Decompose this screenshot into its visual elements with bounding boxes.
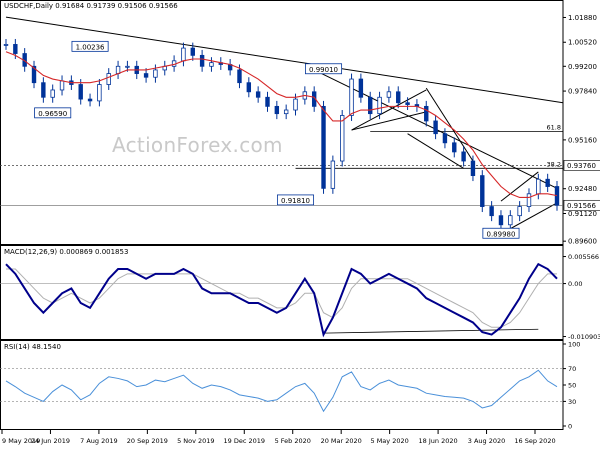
price-candle <box>526 193 532 207</box>
price-candle <box>255 91 261 98</box>
chart-canvas: 0.89600 0.91120 0.92480 0.95160 0.97840 0.992… <box>0 0 600 445</box>
price-candle <box>405 102 410 105</box>
price-pane-header: USDCHF,Daily 0.91684 0.91739 0.91506 0.9… <box>4 2 178 10</box>
x-tick-label: 16 Sep 2020 <box>514 437 555 445</box>
price-candle <box>13 44 18 54</box>
price-candle <box>396 91 401 104</box>
macd-divergence-line <box>323 328 539 334</box>
price-candle <box>78 84 83 100</box>
price-candle <box>340 115 345 162</box>
x-tick-label: 5 Feb 2020 <box>275 437 311 445</box>
macd-pane-header: MACD(12,26,9) 0.000869 0.001853 <box>4 248 129 256</box>
rsi-tick-label: 0 <box>568 423 572 431</box>
price-candle <box>377 96 382 115</box>
macd-tick-label: 0.00 <box>568 280 582 288</box>
price-candle <box>321 105 326 189</box>
price-candle <box>517 206 522 217</box>
price-candle <box>489 206 494 217</box>
price-candle <box>143 73 149 78</box>
x-tick-label: 20 Sep 2019 <box>127 437 168 445</box>
price-callout-label: 1.00236 <box>76 43 105 51</box>
price-candle <box>41 82 46 98</box>
price-candle <box>433 120 438 135</box>
price-callout-label: 0.99010 <box>309 66 338 74</box>
price-candle <box>209 62 214 67</box>
price-candle <box>87 98 93 102</box>
price-candle <box>3 44 9 46</box>
rsi-tick-label: 30 <box>568 398 576 406</box>
price-candle <box>237 69 242 84</box>
price-tick-label: 0.97840 <box>568 88 597 96</box>
chart-root: 0.89600 0.91120 0.92480 0.95160 0.97840 0.992… <box>0 0 600 450</box>
price-tick-label: 0.95160 <box>568 136 597 144</box>
price-candle <box>442 133 448 144</box>
fib-618-label: 61.8 <box>547 124 561 132</box>
x-tick-label: 24 Jun 2019 <box>31 437 70 445</box>
x-tick-label: 3 Aug 2020 <box>468 437 506 445</box>
price-candle <box>358 78 364 98</box>
price-candle <box>545 178 550 187</box>
price-candle <box>498 215 504 226</box>
price-candle <box>452 142 457 153</box>
price-candle <box>125 65 130 68</box>
price-candle <box>330 160 336 189</box>
x-tick-label: 5 Nov 2019 <box>177 437 215 445</box>
price-candle <box>190 47 195 56</box>
pane-frame-0 <box>0 0 564 245</box>
watermark: ActionForex.com <box>112 133 283 157</box>
x-tick-label: 18 Jun 2020 <box>419 437 458 445</box>
price-candle <box>508 215 513 226</box>
price-candle <box>536 178 541 195</box>
price-candle <box>115 65 121 74</box>
price-candle <box>470 160 476 176</box>
price-candle <box>246 82 252 93</box>
rsi-tick-label: 100 <box>568 341 580 349</box>
price-tick-label: 0.92480 <box>568 185 597 193</box>
price-tick-label: 1.00520 <box>568 39 597 47</box>
rsi-pane-header: RSI(14) 48.1540 <box>4 343 61 351</box>
price-candle <box>59 80 65 91</box>
x-tick-label: 7 Aug 2019 <box>80 437 118 445</box>
long-trendline <box>5 16 564 104</box>
price-candle <box>181 47 186 62</box>
x-tick-label: 19 Dec 2019 <box>224 437 266 445</box>
pane-frame-1 <box>0 245 564 340</box>
pane-frame-2 <box>0 340 564 430</box>
price-callout-label: 0.91810 <box>281 197 310 205</box>
macd-tick-label: 0.005566 <box>568 253 599 261</box>
price-candle <box>50 89 55 98</box>
price-candle <box>283 109 289 115</box>
price-candle <box>153 69 158 78</box>
fib-382-label: 38.2 <box>547 160 561 168</box>
channel-line-2 <box>351 111 427 131</box>
price-candle <box>480 175 485 207</box>
wedge-upper <box>500 171 539 202</box>
price-candle <box>265 96 270 107</box>
price-candle <box>368 96 373 115</box>
price-tick-label: 0.99200 <box>568 63 597 71</box>
price-candle <box>386 91 392 98</box>
price-candle <box>106 73 111 85</box>
price-tick-label: 0.91120 <box>568 210 597 218</box>
rsi-tick-label: 50 <box>568 382 576 390</box>
price-tick-label: 0.89600 <box>568 238 597 246</box>
price-candle <box>274 105 280 115</box>
macd-line <box>5 262 558 338</box>
price-tick-label: 1.01880 <box>568 14 597 22</box>
x-tick-label: 20 Mar 2020 <box>321 437 362 445</box>
level-tag-label: 0.93760 <box>567 162 596 170</box>
price-candle <box>199 54 205 67</box>
price-callout-label: 0.89980 <box>486 230 515 238</box>
rsi-tick-label: 70 <box>568 365 576 373</box>
price-candle <box>349 78 354 116</box>
rsi-line <box>5 369 558 413</box>
price-callout-label: 0.96590 <box>38 110 67 118</box>
price-candle <box>97 84 102 102</box>
price-candle <box>461 151 466 162</box>
price-candle <box>293 98 298 111</box>
macd-signal-line <box>6 268 557 328</box>
x-tick-label: 5 May 2020 <box>371 437 409 445</box>
last-price-tag-label: 0.91566 <box>567 202 596 210</box>
price-candle <box>424 105 429 122</box>
